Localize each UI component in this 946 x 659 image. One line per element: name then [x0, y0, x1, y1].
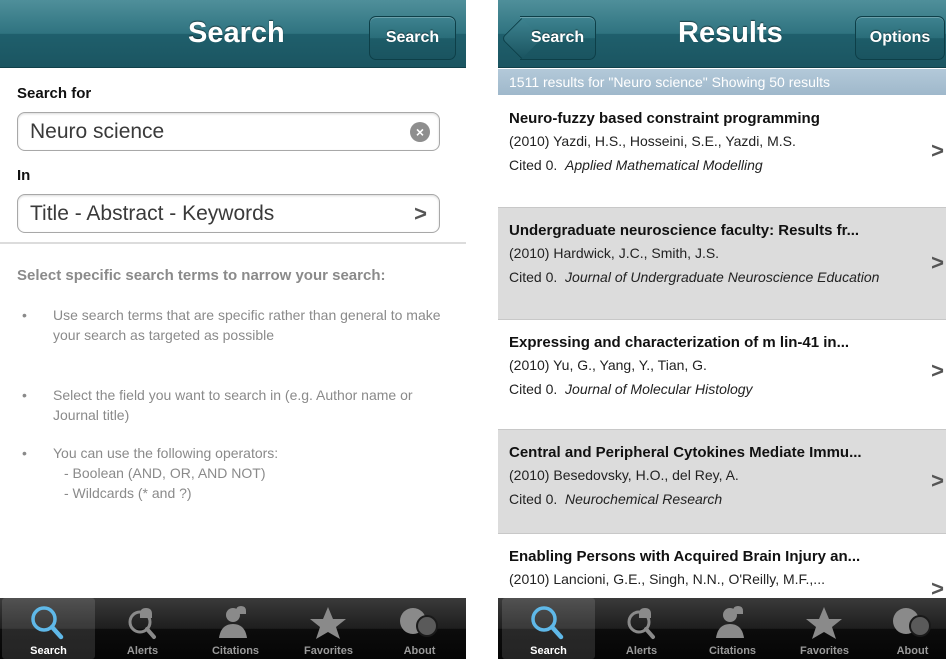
result-title: Enabling Persons with Acquired Brain Inj…	[509, 548, 861, 565]
tab-label: About	[896, 645, 929, 657]
help-tip: Select the field you want to search in (…	[53, 387, 413, 423]
page-title: Results	[678, 17, 783, 49]
result-title: Central and Peripheral Cytokines Mediate…	[509, 444, 862, 461]
search-screen: Search Search Search for Neuro science ×…	[0, 0, 466, 659]
about-icon	[893, 608, 931, 637]
journal-name: Applied Mathematical Modelling	[565, 157, 763, 173]
result-row[interactable]: Central and Peripheral Cytokines Mediate…	[498, 430, 946, 534]
chevron-right-icon: >	[414, 201, 427, 226]
search-field-value: Title - Abstract - Keywords	[30, 202, 275, 225]
result-citation: Cited 0. Neurochemical Research	[509, 489, 909, 509]
journal-name: Neurochemical Research	[565, 491, 723, 507]
back-button[interactable]: Search	[500, 16, 596, 60]
tab-label: Alerts	[126, 645, 159, 657]
result-authors: (2010) Yu, G., Yang, Y., Tian, G.	[509, 357, 707, 373]
divider	[0, 242, 466, 244]
tab-citations[interactable]: Citations	[686, 598, 779, 659]
chevron-right-icon: >	[931, 468, 944, 493]
result-title: Undergraduate neuroscience faculty: Resu…	[509, 222, 860, 239]
back-button-label: Search	[530, 29, 585, 46]
operator-item: - Wildcards (* and ?)	[64, 485, 192, 501]
tab-bar: Search Alerts Citations Favorites About	[498, 598, 946, 659]
in-label: In	[17, 167, 31, 184]
journal-name: Journal of Undergraduate Neuroscience Ed…	[565, 269, 880, 285]
tab-label: Citations	[708, 645, 757, 657]
result-authors: (2010) Besedovsky, H.O., del Rey, A.	[509, 467, 739, 483]
result-authors: (2010) Lancioni, G.E., Singh, N.N., O'Re…	[509, 571, 825, 587]
help-tip: Use search terms that are specific rathe…	[53, 307, 441, 343]
search-field-selector[interactable]: Title - Abstract - Keywords >	[17, 194, 440, 233]
result-authors: (2010) Hardwick, J.C., Smith, J.S.	[509, 245, 720, 261]
search-icon	[31, 606, 64, 640]
tab-about[interactable]: About	[866, 598, 946, 659]
tab-label: Citations	[211, 645, 260, 657]
star-icon	[310, 607, 346, 639]
citations-icon	[219, 606, 247, 638]
result-title: Expressing and characterization of m lin…	[509, 334, 850, 351]
alerts-icon	[128, 608, 156, 639]
results-summary: 1511 results for "Neuro science" Showing…	[498, 69, 946, 95]
search-input[interactable]: Neuro science ×	[17, 112, 440, 151]
cited-count: Cited 0.	[509, 157, 558, 173]
tab-bar: Search Alerts Citations Favorites About	[0, 598, 466, 659]
navigation-bar: Search Results Options	[498, 0, 946, 68]
navigation-bar: Search Search	[0, 0, 466, 68]
search-button[interactable]: Search	[369, 16, 456, 60]
bullet: •	[22, 445, 27, 461]
tab-about[interactable]: About	[373, 598, 466, 659]
alerts-icon	[627, 608, 655, 639]
tab-favorites[interactable]: Favorites	[282, 598, 375, 659]
result-authors: (2010) Yazdi, H.S., Hosseini, S.E., Yazd…	[509, 133, 796, 149]
tab-label: Search	[30, 645, 67, 657]
result-row[interactable]: Neuro-fuzzy based constraint programming…	[498, 96, 946, 208]
tab-alerts[interactable]: Alerts	[595, 598, 688, 659]
cited-count: Cited 0.	[509, 491, 558, 507]
result-citation: Cited 0. Applied Mathematical Modelling	[509, 155, 909, 175]
result-citation: Cited 0. Journal of Molecular Histology	[509, 379, 909, 399]
tab-favorites[interactable]: Favorites	[778, 598, 871, 659]
star-icon	[806, 607, 842, 639]
cited-count: Cited 0.	[509, 381, 558, 397]
operator-item: - Boolean (AND, OR, AND NOT)	[64, 465, 266, 481]
result-citation: Cited 0. Journal of Undergraduate Neuros…	[509, 267, 909, 287]
search-for-label: Search for	[17, 85, 92, 102]
chevron-right-icon: >	[931, 250, 944, 275]
search-input-value: Neuro science	[30, 120, 165, 143]
bullet: •	[22, 387, 27, 403]
cited-count: Cited 0.	[509, 269, 558, 285]
clear-icon[interactable]: ×	[410, 122, 430, 142]
citations-icon	[716, 606, 744, 638]
tab-search[interactable]: Search	[2, 598, 95, 659]
tab-label: About	[403, 645, 436, 657]
options-button[interactable]: Options	[855, 16, 945, 60]
help-tip: You can use the following operators:	[53, 445, 279, 461]
chevron-right-icon: >	[931, 138, 944, 163]
chevron-right-icon: >	[931, 358, 944, 383]
result-row[interactable]: Enabling Persons with Acquired Brain Inj…	[498, 534, 946, 604]
tab-label: Alerts	[625, 645, 658, 657]
tab-label: Favorites	[800, 645, 849, 657]
bullet: •	[22, 307, 27, 323]
journal-name: Journal of Molecular Histology	[565, 381, 753, 397]
search-icon	[531, 606, 564, 640]
result-title: Neuro-fuzzy based constraint programming	[509, 110, 820, 127]
tab-label: Favorites	[304, 645, 353, 657]
tab-alerts[interactable]: Alerts	[96, 598, 189, 659]
tab-search[interactable]: Search	[502, 598, 595, 659]
result-row[interactable]: Undergraduate neuroscience faculty: Resu…	[498, 208, 946, 320]
tab-label: Search	[530, 645, 567, 657]
tab-citations[interactable]: Citations	[189, 598, 282, 659]
results-screen: Search Results Options 1511 results for …	[498, 0, 946, 659]
about-icon	[400, 608, 438, 637]
help-title: Select specific search terms to narrow y…	[17, 267, 386, 284]
page-title: Search	[188, 17, 285, 49]
result-row[interactable]: Expressing and characterization of m lin…	[498, 320, 946, 430]
